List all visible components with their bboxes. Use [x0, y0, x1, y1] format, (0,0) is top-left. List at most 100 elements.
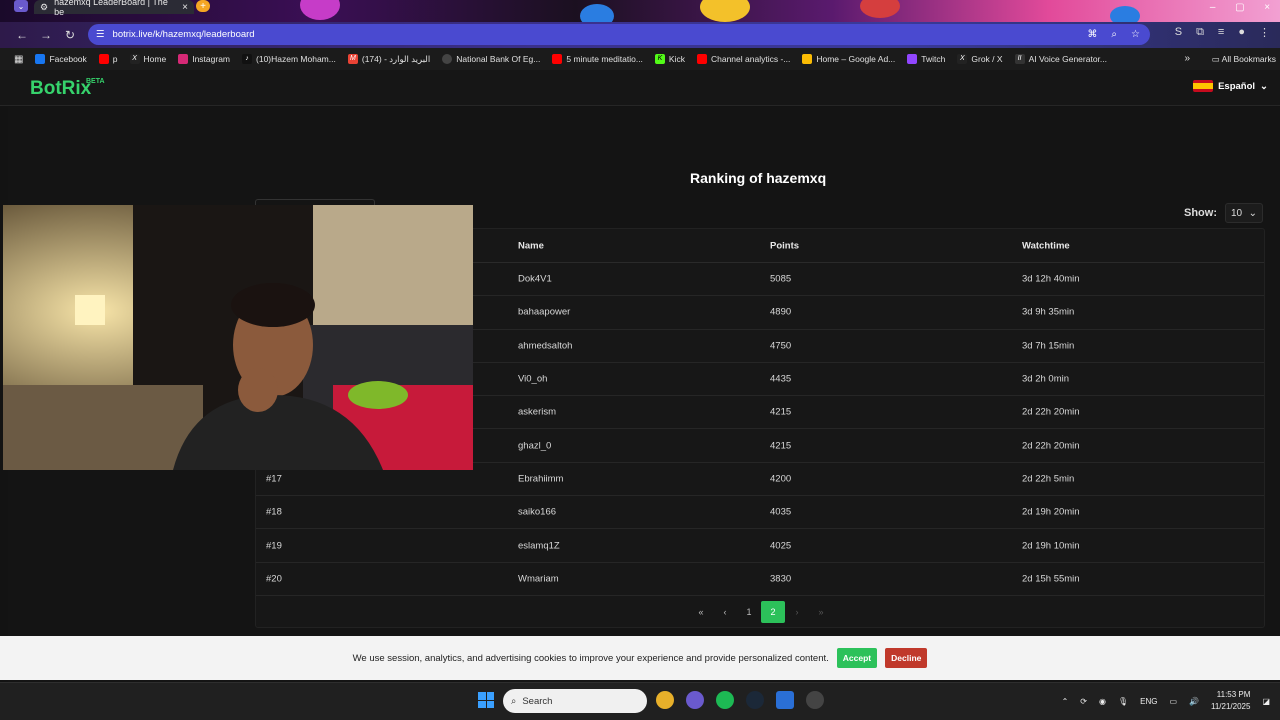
maximize-icon[interactable]: ▢	[1235, 2, 1244, 13]
browser-menu-icon[interactable]: ⋮	[1259, 26, 1270, 39]
elevenlabs-icon: II	[1014, 54, 1025, 64]
language-selector[interactable]: Español ⌄	[1193, 80, 1268, 92]
address-bar[interactable]: ☰ botrix.live/k/hazemxq/leaderboard ⌘ ⌕ …	[88, 24, 1150, 45]
rank-cell: #19	[266, 540, 282, 552]
reading-list-icon[interactable]: ≡	[1218, 26, 1224, 39]
prev-page-button[interactable]: ‹	[713, 601, 737, 623]
last-page-button[interactable]: »	[809, 601, 833, 623]
spotify-icon[interactable]	[716, 691, 734, 709]
bookmark-item[interactable]: p	[98, 54, 118, 64]
bookmark-item[interactable]: K Kick	[654, 54, 685, 64]
youtube-icon	[696, 54, 707, 64]
points-cell: 4750	[770, 340, 792, 352]
bookmark-item[interactable]: Facebook	[35, 54, 87, 64]
botrix-favicon-icon: ⚙	[40, 1, 49, 12]
decline-cookies-button[interactable]: Decline	[885, 648, 928, 668]
volume-icon[interactable]: 🔊	[1189, 697, 1199, 706]
bookmark-item[interactable]: Home – Google Ad...	[802, 54, 895, 64]
chevron-down-icon: ⌄	[1248, 207, 1257, 219]
extension-s-icon[interactable]: S	[1175, 26, 1182, 39]
zoom-icon[interactable]: ⌕	[1111, 29, 1117, 40]
twitch-icon	[907, 54, 918, 64]
clock[interactable]: 11:53 PM 11/21/2025	[1211, 689, 1250, 713]
name-cell: Dok4V1	[518, 273, 552, 285]
chrome-icon[interactable]	[656, 691, 674, 709]
name-cell: Wmariam	[518, 573, 559, 585]
back-icon[interactable]: ←	[10, 28, 34, 42]
translate-icon[interactable]: ⌘	[1087, 29, 1097, 40]
facebook-icon	[35, 54, 46, 64]
bookmark-item[interactable]: II AI Voice Generator...	[1014, 54, 1107, 64]
tray-overflow-icon[interactable]: ⌃	[1062, 697, 1069, 706]
site-header: BotRix BETA Español ⌄	[0, 70, 1280, 106]
reload-icon[interactable]: ↻	[58, 28, 82, 42]
network-icon[interactable]: ▭	[1169, 697, 1177, 706]
bookmark-item[interactable]: Twitch	[907, 54, 945, 64]
bookmark-item[interactable]: X Home	[129, 54, 166, 64]
name-cell: ahmedsaltoh	[518, 340, 573, 352]
language-indicator[interactable]: ENG	[1140, 697, 1157, 706]
bookmarks-overflow-icon[interactable]: »	[1184, 53, 1190, 64]
page-2-button[interactable]: 2	[761, 601, 785, 623]
bookmark-item[interactable]: ♪ (10)Hazem Moham...	[242, 54, 336, 64]
webcam-image	[3, 205, 473, 470]
microphone-icon[interactable]: 🎙	[1118, 697, 1128, 706]
botrix-logo[interactable]: BotRix BETA	[30, 78, 105, 100]
obs-icon[interactable]	[806, 691, 824, 709]
tab-search-icon[interactable]: ⌄	[14, 0, 28, 12]
youtube-icon	[552, 54, 563, 64]
watchtime-cell: 2d 22h 20min	[1022, 440, 1080, 452]
taskbar-search[interactable]: ⌕ Search	[503, 689, 647, 713]
bookmark-item[interactable]: Channel analytics -...	[696, 54, 790, 64]
first-page-button[interactable]: «	[689, 601, 713, 623]
minimize-icon[interactable]: –	[1210, 2, 1216, 13]
new-tab-button[interactable]: +	[196, 0, 210, 12]
forward-icon[interactable]: →	[34, 28, 58, 42]
bookmark-item[interactable]: X Grok / X	[957, 54, 1003, 64]
page-size-select[interactable]: 10 ⌄	[1225, 203, 1263, 223]
windows-start-icon[interactable]	[478, 692, 494, 708]
site-info-icon[interactable]: ☰	[96, 29, 105, 40]
kick-icon: K	[654, 54, 665, 64]
name-cell: Ebrahiimm	[518, 473, 564, 485]
window-controls: – ▢ ×	[1200, 0, 1280, 14]
spain-flag-icon	[1193, 80, 1214, 92]
watchtime-cell: 2d 22h 5min	[1022, 473, 1075, 485]
name-cell: bahaapower	[518, 306, 571, 318]
all-bookmarks[interactable]: ▭ All Bookmarks	[1212, 54, 1276, 65]
steam-icon[interactable]	[746, 691, 764, 709]
extensions-puzzle-icon[interactable]: ⧉	[1196, 26, 1204, 39]
table-row: #20 Wmariam 3830 2d 15h 55min	[256, 563, 1264, 596]
points-cell: 4035	[770, 506, 792, 518]
tray-app-icon[interactable]: ⟳	[1080, 697, 1087, 706]
notification-icon[interactable]: ◪	[1262, 697, 1270, 706]
bookmark-item[interactable]: Instagram	[178, 54, 230, 64]
bookmark-item[interactable]: M (174) - البريد الوارد	[347, 54, 430, 65]
watchtime-cell: 3d 12h 40min	[1022, 273, 1080, 285]
close-window-icon[interactable]: ×	[1264, 2, 1270, 13]
points-cell: 4215	[770, 440, 792, 452]
x-icon: X	[129, 54, 140, 64]
next-page-button[interactable]: ›	[785, 601, 809, 623]
bookmark-star-icon[interactable]: ☆	[1131, 29, 1140, 40]
apps-grid-icon[interactable]: ▦	[14, 54, 23, 65]
bookmark-item[interactable]: 5 minute meditatio...	[552, 54, 643, 64]
page-size-control: Show: 10 ⌄	[1184, 203, 1263, 223]
rank-cell: #18	[266, 506, 282, 518]
browser-tab-active[interactable]: ⚙ hazemxq LeaderBoard | The be ×	[34, 0, 194, 17]
profile-avatar-icon[interactable]: ●	[1238, 26, 1245, 39]
bookmarks-bar: ▦ Facebook p X Home Instagram ♪ (10)Hazem …	[0, 48, 1280, 70]
accept-cookies-button[interactable]: Accept	[836, 648, 878, 668]
webcam-overlay	[3, 205, 473, 470]
rank-cell: #17	[266, 473, 282, 485]
name-cell: Vi0_oh	[518, 373, 548, 385]
bookmark-item[interactable]: National Bank Of Eg...	[442, 54, 540, 64]
rank-cell: #20	[266, 573, 282, 585]
app-icon[interactable]	[776, 691, 794, 709]
google-ads-icon	[802, 54, 813, 64]
discord-tray-icon[interactable]: ◉	[1099, 697, 1106, 706]
discord-icon[interactable]	[686, 691, 704, 709]
tab-close-icon[interactable]: ×	[182, 2, 188, 13]
tab-title: hazemxq LeaderBoard | The be	[54, 0, 168, 17]
page-1-button[interactable]: 1	[737, 601, 761, 623]
